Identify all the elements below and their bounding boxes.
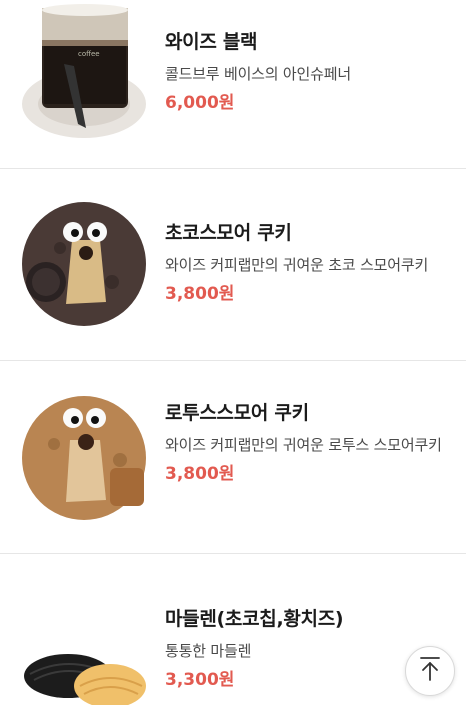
- scroll-to-top-button[interactable]: [405, 646, 455, 696]
- menu-item-name: 와이즈 블랙: [165, 31, 258, 53]
- menu-item-name: 초코스모어 쿠키: [165, 222, 292, 244]
- svg-text:coffee: coffee: [78, 50, 100, 58]
- menu-item[interactable]: coffee 와이즈 블랙 콜드브루 베이스의 아인슈페너 6,000원: [0, 0, 466, 168]
- menu-item-description: 콜드브루 베이스의 아인슈페너: [165, 65, 351, 83]
- menu-item-description: 통통한 마들렌: [165, 642, 252, 660]
- menu-item-description: 와이즈 커피랩만의 귀여운 로투스 스모어쿠키: [165, 436, 442, 454]
- menu-item-price: 6,000원: [165, 93, 235, 113]
- menu-item-name: 로투스스모어 쿠키: [165, 402, 309, 424]
- arrow-up-icon: [419, 656, 441, 686]
- menu-item[interactable]: 로투스스모어 쿠키 와이즈 커피랩만의 귀여운 로투스 스모어쿠키 3,800원: [0, 361, 466, 553]
- menu-item-price: 3,800원: [165, 464, 235, 484]
- menu-item-description: 와이즈 커피랩만의 귀여운 초코 스모어쿠키: [165, 256, 429, 274]
- menu-item[interactable]: 마들렌(초코칩,황치즈) 통통한 마들렌 3,300원: [0, 554, 466, 705]
- choco-smore-cookie-image: [20, 198, 148, 326]
- menu-item[interactable]: 초코스모어 쿠키 와이즈 커피랩만의 귀여운 초코 스모어쿠키 3,800원: [0, 169, 466, 360]
- madeleines-image: [20, 650, 148, 705]
- iced-coffee-glass-image: coffee: [20, 4, 148, 138]
- menu-item-name: 마들렌(초코칩,황치즈): [165, 608, 344, 630]
- menu-item-price: 3,800원: [165, 284, 235, 304]
- lotus-smore-cookie-image: [20, 390, 148, 520]
